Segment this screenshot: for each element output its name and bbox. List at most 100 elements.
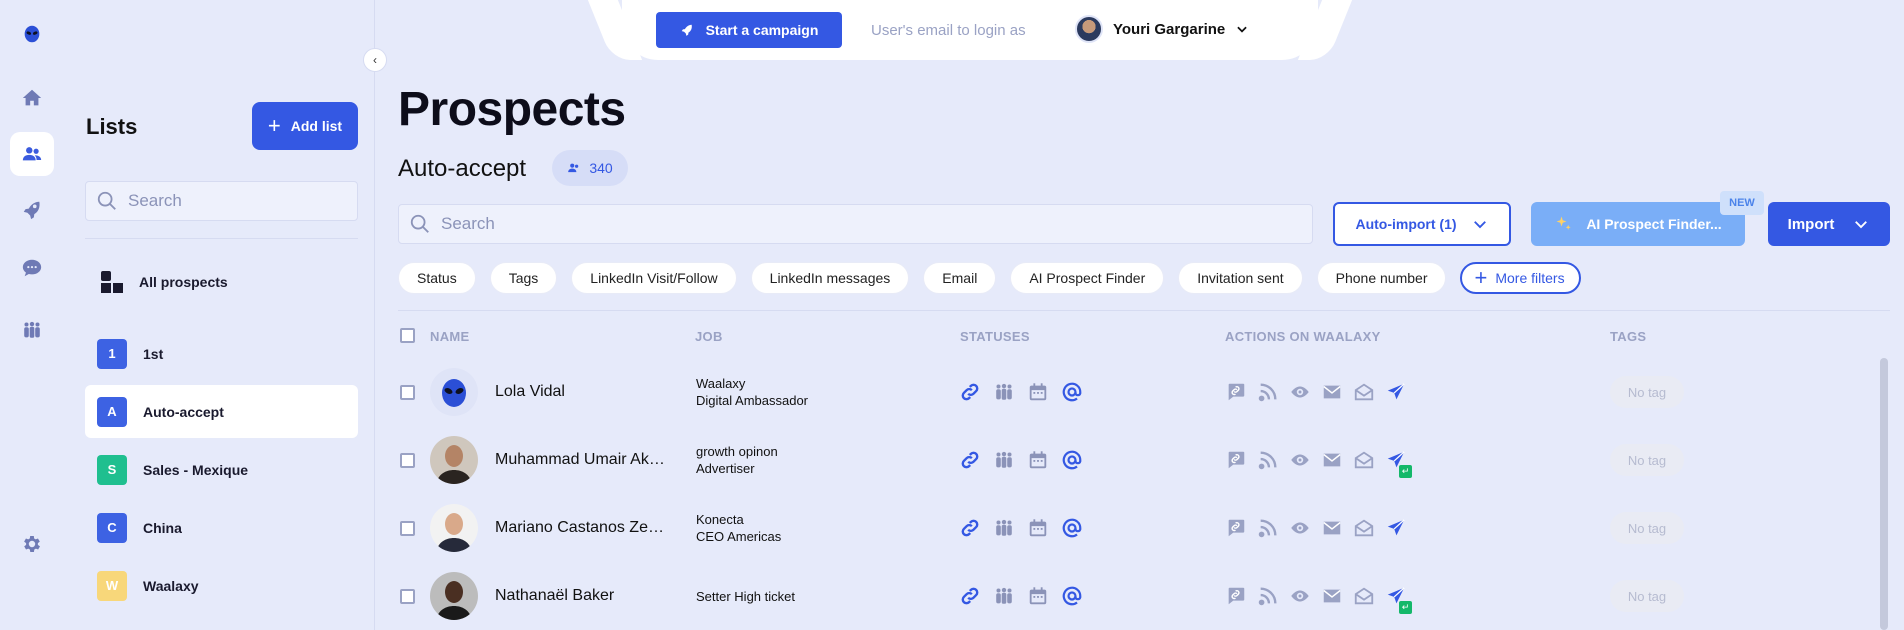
rocket-icon[interactable] xyxy=(10,188,54,232)
send-icon[interactable]: ↵ xyxy=(1384,584,1412,614)
calendar-status-icon[interactable] xyxy=(1026,516,1050,540)
follow-icon[interactable] xyxy=(1256,448,1280,472)
list-item-1st[interactable]: 1 1st xyxy=(85,327,358,380)
col-tags[interactable]: TAGS xyxy=(1610,329,1646,344)
row-checkbox[interactable] xyxy=(400,453,415,468)
calendar-status-icon[interactable] xyxy=(1026,584,1050,608)
filter-status[interactable]: Status xyxy=(398,262,476,294)
calendar-status-icon[interactable] xyxy=(1026,448,1050,472)
ai-prospect-finder-button[interactable]: AI Prospect Finder... xyxy=(1531,202,1745,246)
table-row[interactable]: Muhammad Umair Ak… growth opinon Advertise… xyxy=(398,426,1868,494)
home-icon[interactable] xyxy=(10,76,54,120)
row-checkbox[interactable] xyxy=(400,521,415,536)
prospect-avatar[interactable] xyxy=(430,504,478,552)
list-item-auto-accept[interactable]: A Auto-accept xyxy=(85,385,358,438)
email-status-icon[interactable] xyxy=(1060,516,1084,540)
lists-search-input[interactable] xyxy=(128,191,348,211)
calendar-status-icon[interactable] xyxy=(1026,380,1050,404)
email-icon[interactable] xyxy=(1320,516,1344,540)
users-icon[interactable] xyxy=(10,132,54,176)
list-item-sales-mexique[interactable]: S Sales - Mexique xyxy=(85,443,358,496)
email-status-icon[interactable] xyxy=(1060,448,1084,472)
tag-pill[interactable]: No tag xyxy=(1610,376,1684,408)
team-icon[interactable] xyxy=(10,308,54,352)
linkedin-message-icon[interactable] xyxy=(1224,584,1248,608)
tag-pill[interactable]: No tag xyxy=(1610,444,1684,476)
list-item-all-prospects[interactable]: All prospects xyxy=(85,255,358,308)
follow-icon[interactable] xyxy=(1256,380,1280,404)
connection-status-icon[interactable] xyxy=(958,516,982,540)
email-open-icon[interactable] xyxy=(1352,516,1376,540)
connection-status-icon[interactable] xyxy=(958,448,982,472)
table-row[interactable]: Lola Vidal Waalaxy Digital Ambassador No ta… xyxy=(398,358,1868,426)
linkedin-message-icon[interactable] xyxy=(1224,516,1248,540)
connection-status-icon[interactable] xyxy=(958,380,982,404)
visit-icon[interactable] xyxy=(1288,448,1312,472)
email-icon[interactable] xyxy=(1320,448,1344,472)
scrollbar[interactable] xyxy=(1880,358,1888,630)
email-icon[interactable] xyxy=(1320,584,1344,608)
table-row[interactable]: Nathanaël Baker Setter High ticket ↵ No tag xyxy=(398,562,1868,630)
send-icon[interactable]: ↵ xyxy=(1384,448,1412,478)
filter-email[interactable]: Email xyxy=(923,262,997,294)
filter-linkedin-visit-follow[interactable]: LinkedIn Visit/Follow xyxy=(571,262,737,294)
prospect-name[interactable]: Nathanaël Baker xyxy=(495,587,670,605)
send-icon[interactable] xyxy=(1384,516,1408,540)
prospect-avatar[interactable] xyxy=(430,572,478,620)
col-actions[interactable]: ACTIONS ON WAALAXY xyxy=(1225,329,1381,344)
follow-icon[interactable] xyxy=(1256,584,1280,608)
table-row[interactable]: Mariano Castanos Ze… Konecta CEO Americas N… xyxy=(398,494,1868,562)
filter-tags[interactable]: Tags xyxy=(489,262,558,294)
prospect-name[interactable]: Mariano Castanos Ze… xyxy=(495,519,670,537)
prospect-name[interactable]: Lola Vidal xyxy=(495,383,670,401)
filter-phone-number[interactable]: Phone number xyxy=(1316,262,1447,294)
team-status-icon[interactable] xyxy=(992,448,1016,472)
tag-pill[interactable]: No tag xyxy=(1610,580,1684,612)
email-status-icon[interactable] xyxy=(1060,380,1084,404)
import-button[interactable]: Import xyxy=(1768,202,1890,246)
row-checkbox[interactable] xyxy=(400,385,415,400)
logo-alien-icon[interactable] xyxy=(10,12,54,56)
chat-icon[interactable] xyxy=(10,246,54,290)
select-all-checkbox[interactable] xyxy=(400,328,415,343)
follow-icon[interactable] xyxy=(1256,516,1280,540)
linkedin-message-icon[interactable] xyxy=(1224,448,1248,472)
prospects-search-input[interactable] xyxy=(441,214,1301,234)
tag-pill[interactable]: No tag xyxy=(1610,512,1684,544)
prospect-avatar[interactable] xyxy=(430,368,478,416)
login-as-input[interactable]: User's email to login as xyxy=(871,22,1026,39)
more-filters-button[interactable]: + More filters xyxy=(1460,262,1581,294)
collapse-panel-button[interactable]: ‹ xyxy=(363,48,387,72)
send-icon[interactable] xyxy=(1384,380,1408,404)
email-status-icon[interactable] xyxy=(1060,584,1084,608)
col-statuses[interactable]: STATUSES xyxy=(960,329,1030,344)
connection-status-icon[interactable] xyxy=(958,584,982,608)
search-icon xyxy=(410,214,429,233)
filter-ai-prospect-finder[interactable]: AI Prospect Finder xyxy=(1010,262,1165,294)
user-menu[interactable]: Youri Gargarine xyxy=(1075,15,1249,43)
team-status-icon[interactable] xyxy=(992,380,1016,404)
team-status-icon[interactable] xyxy=(992,516,1016,540)
team-status-icon[interactable] xyxy=(992,584,1016,608)
email-open-icon[interactable] xyxy=(1352,380,1376,404)
settings-icon[interactable] xyxy=(10,522,54,566)
filter-invitation-sent[interactable]: Invitation sent xyxy=(1178,262,1303,294)
visit-icon[interactable] xyxy=(1288,380,1312,404)
start-campaign-button[interactable]: Start a campaign xyxy=(656,12,842,48)
prospect-avatar[interactable] xyxy=(430,436,478,484)
list-item-waalaxy[interactable]: W Waalaxy xyxy=(85,559,358,612)
email-icon[interactable] xyxy=(1320,380,1344,404)
add-list-button[interactable]: + Add list xyxy=(252,102,358,150)
visit-icon[interactable] xyxy=(1288,584,1312,608)
col-job[interactable]: JOB xyxy=(695,329,723,344)
email-open-icon[interactable] xyxy=(1352,448,1376,472)
auto-import-button[interactable]: Auto-import (1) xyxy=(1333,202,1511,246)
visit-icon[interactable] xyxy=(1288,516,1312,540)
list-item-china[interactable]: C China xyxy=(85,501,358,554)
email-open-icon[interactable] xyxy=(1352,584,1376,608)
linkedin-message-icon[interactable] xyxy=(1224,380,1248,404)
col-name[interactable]: NAME xyxy=(430,329,469,344)
row-checkbox[interactable] xyxy=(400,589,415,604)
filter-linkedin-messages[interactable]: LinkedIn messages xyxy=(750,262,910,294)
prospect-name[interactable]: Muhammad Umair Ak… xyxy=(495,451,670,469)
